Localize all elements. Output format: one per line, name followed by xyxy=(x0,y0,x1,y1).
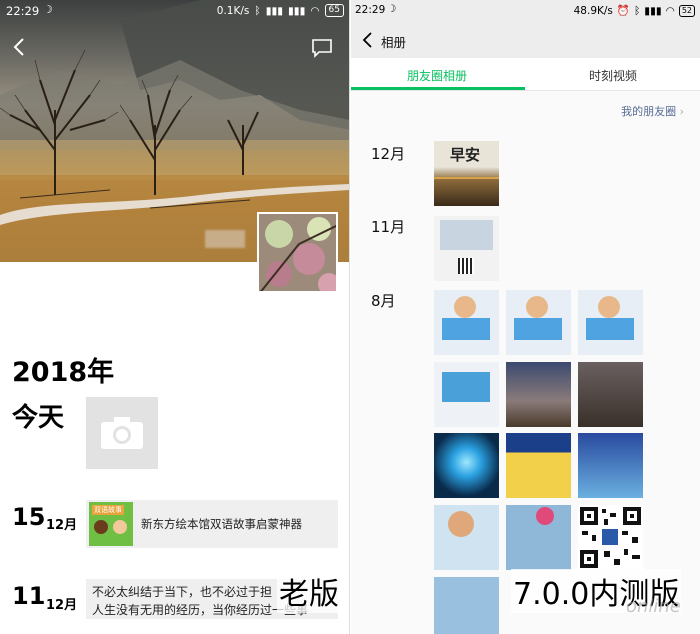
network-speed: 0.1K/s xyxy=(216,4,250,17)
photo-caption: 早安 xyxy=(450,146,481,164)
moment-post[interactable]: 双语故事 新东方绘本馆双语故事启蒙神器 xyxy=(86,500,338,548)
old-version-label: 老版 xyxy=(277,569,341,613)
signal-icon-2: ▮▮▮ xyxy=(288,4,306,17)
sunrise-line xyxy=(434,177,499,179)
avatar[interactable] xyxy=(257,212,338,293)
signal-icon: ▮▮▮ xyxy=(644,4,662,17)
room-image xyxy=(440,220,493,250)
page-title: 相册 xyxy=(381,35,407,50)
table-image xyxy=(442,318,490,340)
watermark: online xyxy=(626,596,681,617)
month-label: 12月 xyxy=(371,145,406,163)
table-image xyxy=(586,318,634,340)
post-day: 11 xyxy=(12,582,46,610)
child-face xyxy=(598,296,620,318)
photo-thumbnail[interactable] xyxy=(434,362,499,427)
moon-icon: ☽ xyxy=(387,3,397,15)
table-image xyxy=(514,318,562,340)
camera-icon xyxy=(101,417,143,449)
photo-thumbnail[interactable] xyxy=(506,362,571,427)
kid-illustration xyxy=(94,520,108,534)
network-speed: 48.9K/s xyxy=(573,4,613,17)
photo-thumbnail[interactable] xyxy=(506,290,571,355)
tab-moment-videos[interactable]: 时刻视频 xyxy=(589,67,637,84)
photo-thumbnail[interactable] xyxy=(434,505,499,570)
year-heading: 2018年 xyxy=(12,357,115,388)
qr-code-icon xyxy=(458,258,474,274)
photo-thumbnail[interactable] xyxy=(578,433,643,498)
my-moments-link[interactable]: 我的朋友圈 › xyxy=(621,103,684,119)
today-label: 今天 xyxy=(12,403,65,433)
activity-image xyxy=(442,372,490,402)
status-time: 22:29 xyxy=(355,4,386,16)
post-day: 15 xyxy=(12,503,46,531)
photo-thumbnail[interactable] xyxy=(434,290,499,355)
old-version-panel: 22:29 ☽ 0.1K/s ᛒ ▮▮▮ ▮▮▮ ◠ 65 2018年 今天 1… xyxy=(0,0,350,634)
signal-icon: ▮▮▮ xyxy=(265,4,284,17)
message-icon[interactable] xyxy=(311,38,333,58)
active-tab-indicator xyxy=(351,87,525,90)
photo-thumbnail[interactable] xyxy=(578,290,643,355)
child-face xyxy=(448,511,474,537)
month-label: 11月 xyxy=(371,218,406,236)
photo-thumbnail[interactable] xyxy=(578,362,643,427)
my-moments-label: 我的朋友圈 xyxy=(621,105,677,118)
bluetooth-icon: ᛒ xyxy=(254,4,261,17)
status-time: 22:29 xyxy=(6,4,40,18)
balloon-image xyxy=(536,507,554,525)
child-face xyxy=(526,296,548,318)
child-face xyxy=(454,296,476,318)
moon-icon: ☽ xyxy=(43,3,53,16)
back-arrow-icon[interactable] xyxy=(361,31,375,49)
photo-thumbnail[interactable] xyxy=(434,433,499,498)
post-month: 12月 xyxy=(46,518,78,533)
wifi-icon: ◠ xyxy=(665,4,675,17)
photo-thumbnail[interactable] xyxy=(506,505,571,570)
thumbnail-text: 双语故事 xyxy=(92,505,124,515)
blossom-photo xyxy=(259,214,336,291)
back-arrow-icon[interactable] xyxy=(10,36,30,58)
nickname-blurred xyxy=(205,230,245,248)
photo-thumbnail[interactable] xyxy=(506,433,571,498)
post-camera-button[interactable] xyxy=(86,397,158,469)
qr-code-icon xyxy=(580,507,641,568)
photo-thumbnail[interactable] xyxy=(434,216,499,281)
status-bar: 22:29 ☽ 48.9K/s ⏰ ᛒ ▮▮▮ ◠ 52 xyxy=(351,0,700,22)
photo-thumbnail[interactable] xyxy=(434,577,499,634)
post-text: 新东方绘本馆双语故事启蒙神器 xyxy=(141,517,302,531)
tab-moments-album[interactable]: 朋友圈相册 xyxy=(407,67,467,84)
new-version-panel: 22:29 ☽ 48.9K/s ⏰ ᛒ ▮▮▮ ◠ 52 相册 朋友圈相册 时刻… xyxy=(351,0,700,634)
month-label: 8月 xyxy=(371,292,396,310)
post-month: 12月 xyxy=(46,598,78,613)
photo-thumbnail[interactable]: 早安 xyxy=(434,141,499,206)
battery-icon: 65 xyxy=(324,4,344,17)
bluetooth-icon: ᛒ xyxy=(633,4,641,17)
photo-thumbnail[interactable] xyxy=(578,505,643,570)
kid-illustration-2 xyxy=(113,520,127,534)
status-bar: 22:29 ☽ 0.1K/s ᛒ ▮▮▮ ▮▮▮ ◠ 65 xyxy=(0,0,349,24)
book-thumbnail: 双语故事 xyxy=(89,502,133,546)
chevron-right-icon: › xyxy=(679,105,684,118)
battery-icon: 52 xyxy=(678,4,695,17)
wifi-icon: ◠ xyxy=(310,4,320,17)
alarm-icon: ⏰ xyxy=(616,5,630,17)
title-bar: 相册 xyxy=(351,22,700,58)
